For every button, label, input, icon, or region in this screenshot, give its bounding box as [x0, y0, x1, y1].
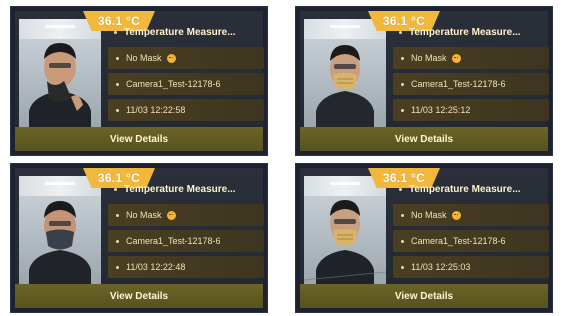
- event-title-text: Temperature Measure...: [409, 183, 521, 195]
- view-details-button[interactable]: View Details: [300, 284, 548, 308]
- camera-name: Camera1_Test-12178-6: [126, 79, 221, 89]
- bullet-icon: [401, 108, 404, 112]
- face-icon: [451, 210, 461, 220]
- card-body: 36.1 °C Temperature Measure... No Mask C…: [300, 168, 549, 308]
- event-title: Temperature Measure...: [393, 21, 549, 43]
- mask-status-row: No Mask: [393, 47, 549, 69]
- face-icon: [451, 53, 461, 63]
- face-snapshot[interactable]: [304, 176, 386, 288]
- detection-card: 36.1 °C Temperature Measure... No Mask C…: [295, 6, 553, 156]
- timestamp: 11/03 12:22:48: [126, 262, 186, 272]
- bullet-icon: [116, 213, 119, 217]
- timestamp: 11/03 12:22:58: [126, 105, 186, 115]
- camera-row: Camera1_Test-12178-6: [393, 73, 549, 95]
- bullet-icon: [401, 213, 404, 217]
- detection-card: 36.1 °C Temperature Measure... No Mask C…: [10, 6, 268, 156]
- card-body: 36.1 °C Temperature Measure... No Mask C…: [300, 11, 549, 151]
- bullet-icon: [116, 239, 119, 243]
- detection-card: 36.1 °C Temperature Measure... No Mask C…: [295, 163, 553, 313]
- timestamp-row: 11/03 12:22:48: [108, 256, 264, 278]
- event-title-text: Temperature Measure...: [124, 183, 236, 195]
- view-details-button[interactable]: View Details: [15, 284, 263, 308]
- bullet-icon: [401, 82, 404, 86]
- timestamp: 11/03 12:25:03: [411, 262, 471, 272]
- bullet-icon: [399, 187, 402, 191]
- timestamp-row: 11/03 12:22:58: [108, 99, 264, 121]
- camera-row: Camera1_Test-12178-6: [393, 230, 549, 252]
- event-title: Temperature Measure...: [393, 178, 549, 200]
- bullet-icon: [401, 56, 404, 60]
- person-figure: [304, 200, 386, 288]
- event-title-text: Temperature Measure...: [124, 26, 236, 38]
- person-figure: [29, 43, 91, 131]
- detection-card: 36.1 °C Temperature Measure... No Mask C…: [10, 163, 268, 313]
- mask-status-row: No Mask: [393, 204, 549, 226]
- camera-row: Camera1_Test-12178-6: [108, 230, 264, 252]
- mask-status-row: No Mask: [108, 204, 264, 226]
- face-snapshot[interactable]: [19, 176, 101, 288]
- event-title-text: Temperature Measure...: [409, 26, 521, 38]
- mask-status-text: No Mask: [411, 210, 447, 220]
- face-icon: [166, 53, 176, 63]
- mask-status-text: No Mask: [126, 53, 162, 63]
- bullet-icon: [399, 30, 402, 34]
- bullet-icon: [116, 82, 119, 86]
- view-details-button[interactable]: View Details: [300, 127, 548, 151]
- view-details-button[interactable]: View Details: [15, 127, 263, 151]
- mask-status-text: No Mask: [126, 210, 162, 220]
- card-body: 36.1 °C Temperature Measure... No Mask C…: [15, 168, 264, 308]
- person-figure: [29, 201, 91, 288]
- event-title: Temperature Measure...: [108, 178, 264, 200]
- face-icon: [166, 210, 176, 220]
- bullet-icon: [114, 30, 117, 34]
- event-title: Temperature Measure...: [108, 21, 264, 43]
- card-body: 36.1 °C Temperature Measure... No Mask C…: [15, 11, 264, 151]
- camera-name: Camera1_Test-12178-6: [411, 79, 506, 89]
- timestamp: 11/03 12:25:12: [411, 105, 471, 115]
- camera-name: Camera1_Test-12178-6: [126, 236, 221, 246]
- face-snapshot[interactable]: [19, 19, 101, 131]
- timestamp-row: 11/03 12:25:03: [393, 256, 549, 278]
- mask-status-row: No Mask: [108, 47, 264, 69]
- bullet-icon: [401, 239, 404, 243]
- face-snapshot[interactable]: [304, 19, 386, 131]
- bullet-icon: [401, 265, 404, 269]
- bullet-icon: [116, 56, 119, 60]
- person-figure: [316, 45, 374, 131]
- timestamp-row: 11/03 12:25:12: [393, 99, 549, 121]
- bullet-icon: [116, 265, 119, 269]
- camera-name: Camera1_Test-12178-6: [411, 236, 506, 246]
- bullet-icon: [116, 108, 119, 112]
- mask-status-text: No Mask: [411, 53, 447, 63]
- bullet-icon: [114, 187, 117, 191]
- camera-row: Camera1_Test-12178-6: [108, 73, 264, 95]
